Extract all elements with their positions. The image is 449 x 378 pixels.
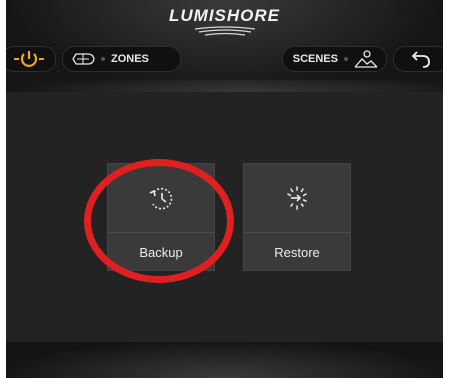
backup-icon-area xyxy=(108,164,214,232)
tile-divider xyxy=(244,232,350,233)
power-button[interactable] xyxy=(6,46,56,72)
scenes-button[interactable]: SCENES xyxy=(282,46,387,72)
backup-label: Backup xyxy=(139,244,183,260)
back-button[interactable] xyxy=(393,46,443,72)
app-screen: LUMISHORE ZONES SCENES Backup Restore xyxy=(6,0,443,378)
boat-icon xyxy=(72,53,95,65)
back-arrow-icon xyxy=(411,51,430,68)
top-bar: LUMISHORE ZONES SCENES xyxy=(6,0,443,92)
main-panel: Backup Restore xyxy=(6,92,443,342)
restore-label: Restore xyxy=(274,244,320,260)
bottom-bar xyxy=(6,342,443,378)
logo-swoosh-icon xyxy=(194,26,256,36)
restore-icon-area xyxy=(244,164,350,232)
separator-dot xyxy=(101,57,105,61)
power-icon xyxy=(14,51,44,67)
mountain-icon xyxy=(354,50,378,68)
brand-logo: LUMISHORE xyxy=(169,6,280,25)
backup-tile[interactable]: Backup xyxy=(107,163,215,271)
separator-dot xyxy=(344,57,348,61)
backup-icon xyxy=(149,187,173,210)
tile-divider xyxy=(108,232,214,233)
zones-label: ZONES xyxy=(111,53,149,65)
zones-button[interactable]: ZONES xyxy=(62,46,181,72)
restore-tile[interactable]: Restore xyxy=(243,163,351,271)
scenes-label: SCENES xyxy=(292,53,338,65)
restore-icon xyxy=(287,186,307,210)
